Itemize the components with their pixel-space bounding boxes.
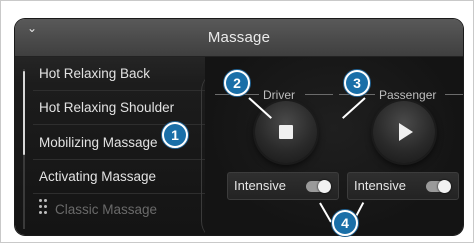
- drag-handle-icon[interactable]: [39, 199, 47, 215]
- toggle-label: Intensive: [234, 178, 287, 193]
- stop-icon: [279, 125, 293, 139]
- passenger-intensive-toggle[interactable]: Intensive: [347, 172, 459, 200]
- callout-badge: 1: [161, 121, 189, 149]
- callout-badge: 4: [331, 209, 359, 237]
- list-item-label: Classic Massage: [55, 202, 158, 217]
- list-item-label: Mobilizing Massage: [39, 135, 158, 150]
- driver-label: Driver: [263, 88, 295, 102]
- divider-line: [445, 94, 463, 95]
- callout-number: 3: [346, 72, 368, 94]
- callout-number: 4: [334, 212, 356, 234]
- title-bar: ⌄ Massage: [15, 19, 463, 57]
- driver-intensive-toggle[interactable]: Intensive: [227, 172, 339, 200]
- list-item-hot-relaxing-back[interactable]: Hot Relaxing Back: [33, 57, 205, 91]
- callout-number: 1: [164, 124, 186, 146]
- page-title: Massage: [207, 29, 271, 46]
- list-item-label: Activating Massage: [39, 169, 157, 184]
- list-item-activating-massage[interactable]: Activating Massage: [33, 160, 205, 194]
- toggle-label: Intensive: [354, 178, 407, 193]
- passenger-play-button[interactable]: [373, 101, 435, 163]
- toggle-switch-icon[interactable]: [306, 180, 331, 193]
- list-item-hot-relaxing-shoulder[interactable]: Hot Relaxing Shoulder: [33, 91, 205, 125]
- list-item-classic-massage[interactable]: Classic Massage: [33, 193, 205, 227]
- play-icon: [399, 123, 413, 141]
- callout-badge: 3: [343, 69, 371, 97]
- massage-screen: ⌄ Massage Hot Relaxing Back Hot Relaxing…: [15, 19, 463, 235]
- list-item-label: Hot Relaxing Shoulder: [39, 100, 175, 115]
- divider-line: [305, 94, 333, 95]
- toggle-switch-icon[interactable]: [426, 180, 451, 193]
- callout-number: 2: [226, 72, 248, 94]
- list-item-label: Hot Relaxing Back: [39, 66, 151, 81]
- callout-badge: 2: [223, 69, 251, 97]
- passenger-label: Passenger: [379, 88, 437, 102]
- figure-frame: ⌄ Massage Hot Relaxing Back Hot Relaxing…: [0, 0, 474, 243]
